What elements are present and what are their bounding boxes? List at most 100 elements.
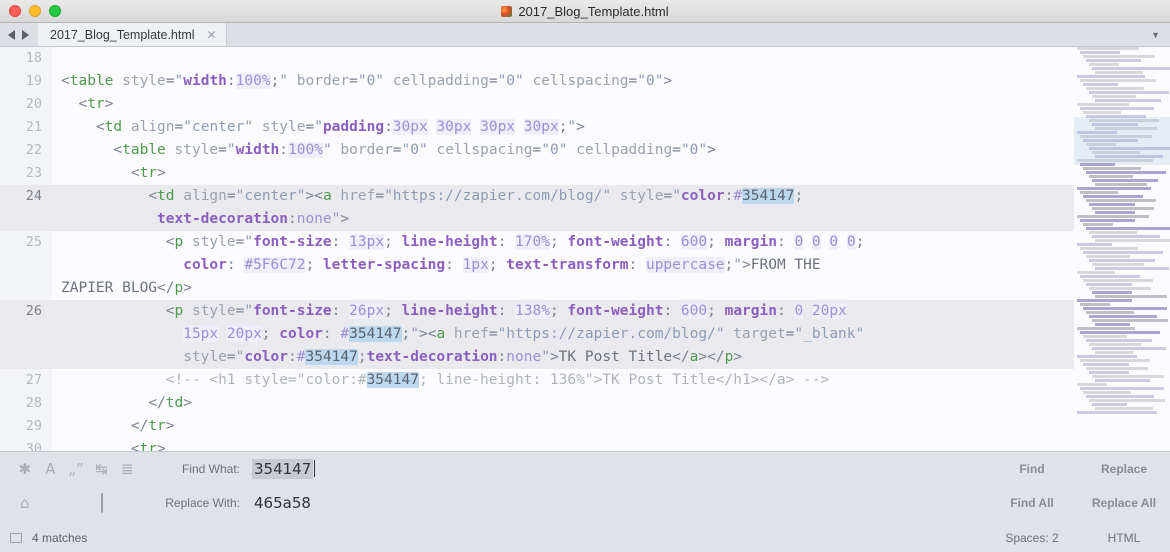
line-source[interactable]: [52, 47, 1170, 70]
minimap[interactable]: [1074, 47, 1170, 451]
code-line[interactable]: ZAPIER BLOG</p>: [0, 277, 1170, 300]
minimap-line: [1077, 75, 1145, 78]
code-line[interactable]: 30 <tr>: [0, 438, 1170, 451]
close-window-button[interactable]: [9, 5, 21, 17]
minimap-line: [1077, 215, 1149, 218]
code-line[interactable]: 21 <td align="center" style="padding:30p…: [0, 116, 1170, 139]
code-line[interactable]: 27 <!-- <h1 style="color:#354147; line-h…: [0, 369, 1170, 392]
tab-bar-empty-area: [226, 23, 1142, 46]
replace-row: ⌂ Replace With: 465a58 Find All Replace …: [0, 486, 1170, 520]
indent-setting[interactable]: Spaces: 2: [986, 531, 1078, 545]
syntax-setting[interactable]: HTML: [1078, 531, 1170, 545]
replace-input[interactable]: 465a58: [252, 493, 313, 513]
minimap-line: [1083, 111, 1121, 114]
find-row: ✱ A „” ↹ ≣ Find What: 354147 Find Replace: [0, 452, 1170, 486]
find-all-button[interactable]: Find All: [986, 496, 1078, 510]
code-line[interactable]: 23 <tr>: [0, 162, 1170, 185]
code-line[interactable]: 19 <table style="width:100%;" border="0" …: [0, 70, 1170, 93]
whole-word-toggle[interactable]: „”: [63, 460, 89, 478]
minimize-window-button[interactable]: [29, 5, 41, 17]
line-source[interactable]: <tr>: [52, 438, 1170, 451]
minimap-line: [1083, 335, 1127, 338]
minimap-line: [1089, 399, 1165, 402]
minimap-viewport[interactable]: [1074, 117, 1170, 165]
find-input[interactable]: 354147: [252, 458, 314, 479]
replace-button[interactable]: Replace: [1078, 462, 1170, 476]
line-source[interactable]: text-decoration:none">: [52, 208, 1170, 231]
find-buttons-row: Find Replace: [986, 452, 1170, 486]
line-source[interactable]: <p style="font-size: 13px; line-height: …: [52, 231, 1170, 254]
minimap-line: [1092, 95, 1136, 98]
line-number: [0, 323, 52, 346]
code-line[interactable]: text-decoration:none">: [0, 208, 1170, 231]
tab-2017-blog-template[interactable]: 2017_Blog_Template.html ✕: [38, 23, 227, 46]
code-line[interactable]: 22 <table style="width:100%" border="0" …: [0, 139, 1170, 162]
line-source[interactable]: <table style="width:100%" border="0" cel…: [52, 139, 1170, 162]
line-number: 28: [25, 395, 42, 411]
code-line[interactable]: 15px 20px; color: #354147;"><a href="htt…: [0, 323, 1170, 346]
line-number: 27: [25, 372, 42, 388]
line-number: 20: [25, 96, 42, 112]
minimap-line: [1086, 311, 1134, 314]
find-input-wrapper[interactable]: 354147: [252, 458, 316, 479]
minimap-line: [1086, 283, 1132, 286]
wrap-toggle[interactable]: ↹: [89, 460, 115, 478]
checkbox-icon[interactable]: [100, 493, 103, 513]
code-line[interactable]: style="color:#354147;text-decoration:non…: [0, 346, 1170, 369]
highlight-matches-checkbox[interactable]: [89, 493, 115, 513]
back-arrow-icon[interactable]: [8, 29, 15, 40]
line-source[interactable]: <tr>: [52, 162, 1170, 185]
replace-buttons-row: Find All Replace All: [986, 486, 1170, 520]
chevron-down-icon[interactable]: ▼: [1141, 23, 1170, 46]
minimap-line: [1080, 219, 1135, 222]
minimap-line: [1080, 331, 1160, 334]
line-source[interactable]: </td>: [52, 392, 1170, 415]
close-icon[interactable]: ✕: [207, 29, 217, 41]
window-title-group: 2017_Blog_Template.html: [0, 0, 1170, 23]
line-source[interactable]: color: #5F6C72; letter-spacing: 1px; tex…: [52, 254, 1170, 277]
line-source[interactable]: 15px 20px; color: #354147;"><a href="htt…: [52, 323, 1170, 346]
traffic-lights: [9, 5, 61, 17]
status-right-group: Spaces: 2 HTML: [986, 531, 1170, 545]
line-source[interactable]: <!-- <h1 style="color:#354147; line-heig…: [52, 369, 1170, 392]
panel-toggle-icon[interactable]: [10, 533, 22, 543]
line-number: 19: [25, 73, 42, 89]
minimap-line: [1092, 291, 1132, 294]
line-source[interactable]: <table style="width:100%;" border="0" ce…: [52, 70, 1170, 93]
minimap-line: [1092, 263, 1144, 266]
zoom-window-button[interactable]: [49, 5, 61, 17]
code-line[interactable]: 26 <p style="font-size: 26px; line-heigh…: [0, 300, 1170, 323]
minimap-line: [1095, 99, 1161, 102]
line-source[interactable]: ZAPIER BLOG</p>: [52, 277, 1170, 300]
minimap-line: [1077, 243, 1112, 246]
code-line[interactable]: color: #5F6C72; letter-spacing: 1px; tex…: [0, 254, 1170, 277]
code-content[interactable]: 18 19 <table style="width:100%;" border="0…: [0, 47, 1170, 451]
code-line[interactable]: 20 <tr>: [0, 93, 1170, 116]
preserve-case-toggle[interactable]: ⌂: [12, 494, 38, 512]
line-number: 30: [25, 441, 42, 451]
line-source[interactable]: <td align="center" style="padding:30px 3…: [52, 116, 1170, 139]
replace-input-wrapper[interactable]: 465a58: [252, 494, 313, 513]
in-selection-toggle[interactable]: ≣: [114, 460, 140, 478]
minimap-line: [1077, 355, 1137, 358]
minimap-line: [1092, 67, 1170, 70]
minimap-line: [1086, 367, 1148, 370]
regex-toggle[interactable]: ✱: [12, 460, 38, 478]
line-source[interactable]: <tr>: [52, 93, 1170, 116]
code-editor[interactable]: 18 19 <table style="width:100%;" border="0…: [0, 47, 1170, 451]
find-button[interactable]: Find: [986, 462, 1078, 476]
forward-arrow-icon[interactable]: [22, 29, 29, 40]
line-source[interactable]: style="color:#354147;text-decoration:non…: [52, 346, 1170, 369]
line-source[interactable]: </tr>: [52, 415, 1170, 438]
minimap-line: [1086, 227, 1170, 230]
code-line[interactable]: 24 <td align="center"><a href="https://z…: [0, 185, 1170, 208]
line-source[interactable]: <td align="center"><a href="https://zapi…: [52, 185, 1170, 208]
line-source[interactable]: <p style="font-size: 26px; line-height: …: [52, 300, 1170, 323]
replace-all-button[interactable]: Replace All: [1078, 496, 1170, 510]
code-line[interactable]: 25 <p style="font-size: 13px; line-heigh…: [0, 231, 1170, 254]
code-line[interactable]: 18: [0, 47, 1170, 70]
case-sensitive-toggle[interactable]: A: [38, 460, 64, 478]
code-line[interactable]: 29 </tr>: [0, 415, 1170, 438]
code-line[interactable]: 28 </td>: [0, 392, 1170, 415]
minimap-line: [1083, 391, 1131, 394]
